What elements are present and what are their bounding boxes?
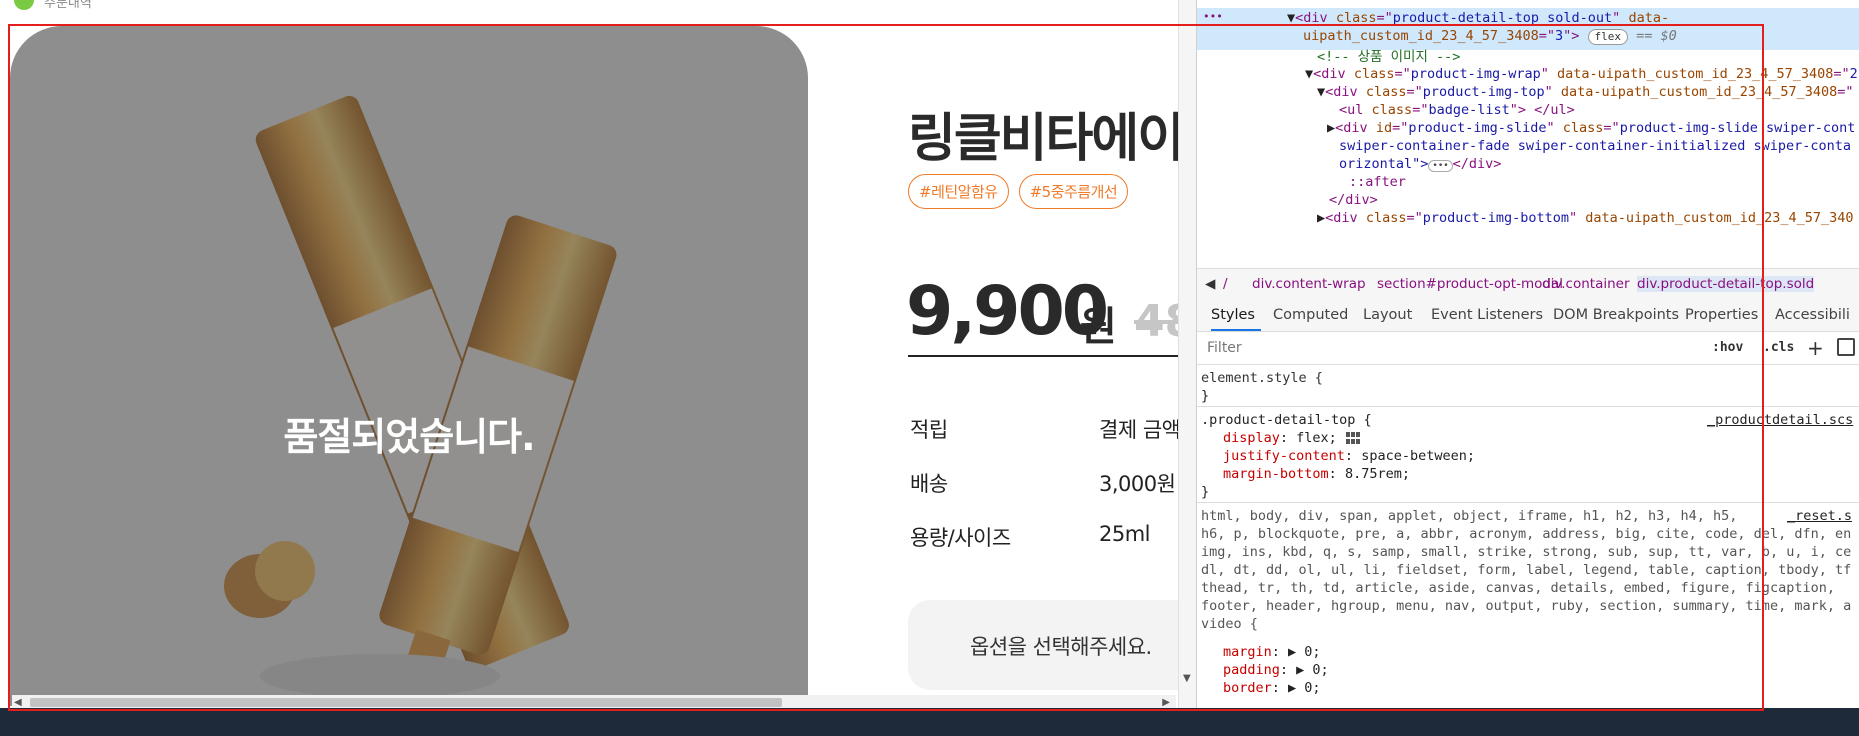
cls-toggle[interactable]: .cls xyxy=(1763,340,1794,355)
flexbox-editor-icon[interactable] xyxy=(1345,431,1361,445)
scroll-down-icon[interactable]: ▼ xyxy=(1183,673,1191,684)
dom-wrap-line-2: orizontal"> ••• </div> xyxy=(1339,156,1502,172)
tag-list: #레틴알함유 #5중주름개선 xyxy=(908,174,1129,209)
breadcrumb-left-icon[interactable]: ◀ xyxy=(1205,276,1215,292)
tab-event-listeners[interactable]: Event Listeners xyxy=(1431,307,1543,323)
dom-close-div: </div> xyxy=(1329,192,1378,208)
tag-chip[interactable]: #5중주름개선 xyxy=(1018,174,1129,209)
rule-divider xyxy=(1197,406,1859,407)
info-label-size: 용량/사이즈 xyxy=(910,526,1011,550)
reset-selector[interactable]: dl, dt, dd, ol, ul, li, fieldset, form, … xyxy=(1201,562,1851,578)
breadcrumb-item[interactable]: div.content-wrap xyxy=(1252,276,1366,292)
breadcrumb-item[interactable]: / xyxy=(1223,276,1228,292)
info-label-shipping: 배송 xyxy=(910,472,948,496)
filter-input[interactable]: Filter xyxy=(1207,340,1242,356)
style-declaration[interactable]: justify-content: space-between; xyxy=(1223,448,1475,464)
soldout-label: 품절되었습니다. xyxy=(283,415,535,459)
horizontal-scrollbar[interactable]: ◀ ▶ xyxy=(12,695,1176,708)
devtools-tabs: Styles Computed Layout Event Listeners D… xyxy=(1197,299,1859,332)
style-declaration[interactable]: border: ▶ 0; xyxy=(1223,680,1321,696)
dom-node-selected[interactable]: ▼<div class="product-detail-top sold-out… xyxy=(1287,10,1669,26)
devtools-panel: ••• ▼<div class="product-detail-top sold… xyxy=(1196,0,1859,708)
tab-properties[interactable]: Properties xyxy=(1685,307,1758,323)
scroll-left-icon[interactable]: ◀ xyxy=(14,697,22,708)
breadcrumb-item[interactable]: section#product-opt-modal xyxy=(1377,276,1563,292)
top-strip-text: 주문내역 xyxy=(44,0,92,11)
info-value-points: 결제 금액 xyxy=(1099,418,1178,442)
product-title: 링클비타에이 xyxy=(908,109,1178,169)
dom-comment: <!-- 상품 이미지 --> xyxy=(1317,49,1461,65)
vertical-scrollbar[interactable]: ▼ xyxy=(1178,0,1197,708)
new-rule-icon[interactable]: + xyxy=(1807,336,1824,360)
reset-selector[interactable]: html, body, div, span, applet, object, i… xyxy=(1201,508,1737,524)
dom-node-img-slide[interactable]: ▶<div id="product-img-slide" class="prod… xyxy=(1327,120,1855,136)
divider xyxy=(908,355,1178,357)
more-dots-icon[interactable]: ••• xyxy=(1203,10,1223,23)
dom-node-selected-cont[interactable]: uipath_custom_id_23_4_57_3408="3"> flex … xyxy=(1303,28,1677,45)
active-tab-indicator xyxy=(1211,329,1261,331)
reset-selector[interactable]: thead, tr, th, td, article, aside, canva… xyxy=(1201,580,1835,596)
reset-selector[interactable]: footer, header, hgroup, menu, nav, outpu… xyxy=(1201,598,1851,614)
rule-close: } xyxy=(1201,484,1210,500)
tab-computed[interactable]: Computed xyxy=(1273,307,1348,323)
dom-pseudo-after[interactable]: ::after xyxy=(1349,174,1406,190)
product-page: 품절되었습니다. 링클비타에이 #레틴알함유 #5중주름개선 9,900 원 4… xyxy=(0,14,1178,708)
computed-styles-toggle-icon[interactable] xyxy=(1837,338,1855,356)
soldout-overlay xyxy=(10,26,808,706)
rule-selector[interactable]: .product-detail-top { xyxy=(1201,412,1372,428)
hov-toggle[interactable]: :hov xyxy=(1712,340,1743,355)
breadcrumb: ◀ / div.content-wrap section#product-opt… xyxy=(1197,268,1859,300)
original-price: 48 xyxy=(1134,296,1178,347)
flex-badge[interactable]: flex xyxy=(1587,29,1628,45)
style-declaration[interactable]: display: flex; xyxy=(1223,430,1361,446)
element-style-selector[interactable]: element.style { xyxy=(1201,370,1323,386)
scroll-right-icon[interactable]: ▶ xyxy=(1162,697,1170,708)
style-declaration[interactable]: margin-bottom: 8.75rem; xyxy=(1223,466,1410,482)
tab-dom-breakpoints[interactable]: DOM Breakpoints xyxy=(1553,307,1679,323)
rule-close: } xyxy=(1201,388,1210,404)
breadcrumb-item-selected[interactable]: div.product-detail-top.sold xyxy=(1637,276,1815,292)
styles-filter-bar: Filter :hov .cls + xyxy=(1197,332,1859,365)
reset-source-link[interactable]: _reset.s xyxy=(1787,508,1852,524)
dom-node-img-wrap[interactable]: ▼<div class="product-img-wrap" data-uipa… xyxy=(1305,66,1858,82)
top-strip: 주문내역 xyxy=(0,0,495,15)
option-select[interactable]: 옵션을 선택해주세요. xyxy=(908,600,1178,690)
rule-divider xyxy=(1197,502,1859,503)
taskbar xyxy=(0,708,1859,736)
tab-styles[interactable]: Styles xyxy=(1211,307,1255,323)
breadcrumb-item[interactable]: div.container xyxy=(1542,276,1630,292)
scrollbar-thumb[interactable] xyxy=(30,698,782,707)
collapsed-ellipsis-icon[interactable]: ••• xyxy=(1428,160,1453,172)
dom-node-badge-list[interactable]: <ul class="badge-list"> </ul> xyxy=(1339,102,1575,118)
sale-price: 9,900 xyxy=(906,272,1109,351)
tab-layout[interactable]: Layout xyxy=(1363,307,1412,323)
dom-node-img-top[interactable]: ▼<div class="product-img-top" data-uipat… xyxy=(1317,84,1854,100)
info-value-shipping: 3,000원 xyxy=(1099,472,1176,496)
rule-source-link[interactable]: _productdetail.scs xyxy=(1707,412,1853,428)
info-label-points: 적립 xyxy=(910,418,948,442)
info-value-size: 25ml xyxy=(1099,522,1151,546)
tag-chip[interactable]: #레틴알함유 xyxy=(908,174,1009,209)
style-declaration[interactable]: padding: ▶ 0; xyxy=(1223,662,1329,678)
product-image[interactable]: 품절되었습니다. xyxy=(10,26,808,706)
tab-accessibility[interactable]: Accessibili xyxy=(1775,307,1850,323)
reset-selector[interactable]: img, ins, kbd, q, s, samp, small, strike… xyxy=(1201,544,1851,560)
currency-label: 원 xyxy=(1080,304,1117,350)
dom-node-img-bottom[interactable]: ▶<div class="product-img-bottom" data-ui… xyxy=(1317,210,1854,226)
dom-wrap-line: swiper-container-fade swiper-container-i… xyxy=(1339,138,1852,154)
style-declaration[interactable]: margin: ▶ 0; xyxy=(1223,644,1321,660)
reset-selector[interactable]: h6, p, blockquote, pre, a, abbr, acronym… xyxy=(1201,526,1851,542)
status-dot-icon xyxy=(14,0,34,10)
reset-selector[interactable]: video { xyxy=(1201,616,1258,632)
option-select-placeholder: 옵션을 선택해주세요. xyxy=(970,635,1152,659)
